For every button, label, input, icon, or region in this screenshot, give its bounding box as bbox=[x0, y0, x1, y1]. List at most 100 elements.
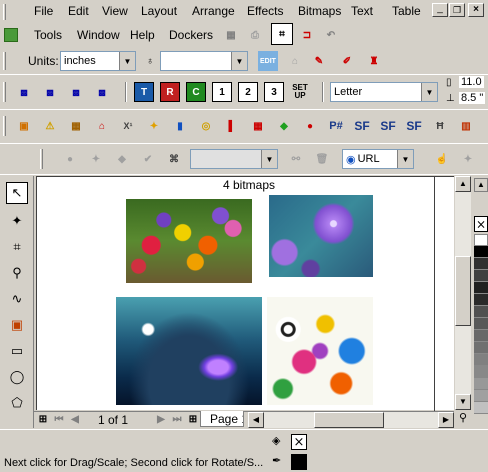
scroll-right-button[interactable]: ▶ bbox=[438, 412, 454, 428]
menu-text[interactable]: Text bbox=[351, 4, 373, 18]
menu-view[interactable]: View bbox=[102, 4, 128, 18]
grid-tool-4-icon[interactable]: ▩ bbox=[92, 82, 112, 102]
sf-button-3[interactable]: SF bbox=[404, 116, 424, 136]
warning-icon[interactable]: ⚠ bbox=[40, 116, 60, 136]
page-height-value[interactable]: 8.5 " bbox=[459, 92, 486, 104]
close-button[interactable]: × bbox=[468, 3, 484, 17]
xy-icon[interactable]: X¹ bbox=[118, 116, 138, 136]
bitmap-abstract-flowers[interactable] bbox=[267, 297, 373, 405]
bitmap-flowers[interactable] bbox=[126, 199, 252, 283]
object-icon[interactable]: ⌘ bbox=[164, 149, 184, 169]
page3-button[interactable]: 3 bbox=[264, 82, 284, 102]
menu-dockers[interactable]: Dockers bbox=[169, 28, 213, 42]
palette-swatch[interactable] bbox=[474, 306, 488, 318]
sf-button-2[interactable]: SF bbox=[378, 116, 398, 136]
page-width-value[interactable]: 11.0 bbox=[459, 76, 484, 88]
palette-swatch[interactable] bbox=[474, 402, 488, 414]
palette-swatch[interactable] bbox=[474, 234, 488, 246]
c-button[interactable]: C bbox=[186, 82, 206, 102]
nudge-icon[interactable]: ♁ bbox=[140, 51, 160, 71]
grid-tool-3-icon[interactable]: ▩ bbox=[66, 82, 86, 102]
page-size-select[interactable]: Letter ▼ bbox=[330, 82, 438, 102]
horizontal-scrollbar[interactable]: ◀ ▶ bbox=[248, 412, 454, 428]
font-icon[interactable]: Ħ bbox=[430, 116, 450, 136]
palette-swatch[interactable] bbox=[474, 294, 488, 306]
units-select[interactable]: inches ▼ bbox=[60, 51, 136, 71]
h-scroll-thumb[interactable] bbox=[314, 412, 384, 428]
delete-icon[interactable]: 🗑 bbox=[312, 149, 332, 169]
target-icon[interactable]: ◎ bbox=[196, 116, 216, 136]
vertical-scrollbar[interactable]: ▲ ▼ bbox=[455, 176, 471, 410]
bitmap-night-scene[interactable] bbox=[116, 297, 262, 405]
menu-tools[interactable]: Tools bbox=[34, 28, 62, 42]
canvas-area[interactable]: 4 bitmaps bbox=[36, 176, 454, 411]
menu-layout[interactable]: Layout bbox=[141, 4, 177, 18]
scroll-left-button[interactable]: ◀ bbox=[248, 412, 264, 428]
palette-swatch[interactable] bbox=[474, 342, 488, 354]
transform-icon[interactable]: ⊐ bbox=[297, 25, 317, 45]
r-button[interactable]: R bbox=[160, 82, 180, 102]
nudge-select[interactable]: ▼ bbox=[160, 51, 248, 71]
palette-swatch[interactable] bbox=[474, 258, 488, 270]
smart-fill-icon[interactable]: ▣ bbox=[6, 314, 28, 336]
pick-tool-icon[interactable]: ↖ bbox=[6, 182, 28, 204]
barcode-icon[interactable]: ▌ bbox=[222, 116, 242, 136]
palette-swatch[interactable] bbox=[474, 366, 488, 378]
no-color-swatch[interactable]: ⨯ bbox=[474, 216, 488, 232]
bank-icon[interactable]: ⌂ bbox=[92, 116, 112, 136]
scroll-thumb[interactable] bbox=[455, 256, 471, 326]
palette-swatch[interactable] bbox=[474, 390, 488, 402]
print-icon[interactable]: ⎙ bbox=[245, 25, 265, 45]
outline-swatch[interactable] bbox=[291, 454, 307, 470]
setup-button[interactable]: SET UP bbox=[290, 80, 310, 104]
link-icon[interactable]: ⚯ bbox=[286, 149, 306, 169]
menu-arrange[interactable]: Arrange bbox=[192, 4, 235, 18]
last-page-icon[interactable]: ⏭ bbox=[170, 411, 184, 428]
scroll-up-button[interactable]: ▲ bbox=[455, 176, 471, 192]
sparkle-icon[interactable]: ✦ bbox=[144, 116, 164, 136]
object-select[interactable]: ▼ bbox=[190, 149, 278, 169]
page-tab[interactable]: Page 1 bbox=[200, 411, 244, 427]
menu-window[interactable]: Window bbox=[77, 28, 120, 42]
page2-button[interactable]: 2 bbox=[238, 82, 258, 102]
disabled-tool-5-icon[interactable]: ✦ bbox=[458, 149, 478, 169]
palette-swatch[interactable] bbox=[474, 378, 488, 390]
prev-page-icon[interactable]: ◀ bbox=[68, 411, 82, 428]
crop-icon[interactable]: ⌗ bbox=[6, 236, 28, 258]
shape-tool-icon[interactable]: ✦ bbox=[6, 210, 28, 232]
menu-help[interactable]: Help bbox=[130, 28, 155, 42]
hand-icon[interactable]: ☝ bbox=[432, 149, 452, 169]
record-icon[interactable]: ● bbox=[300, 116, 320, 136]
grid-tool-1-icon[interactable]: ▩ bbox=[14, 82, 34, 102]
menu-table[interactable]: Table bbox=[392, 4, 421, 18]
cube-icon[interactable]: ◆ bbox=[274, 116, 294, 136]
menu-bitmaps[interactable]: Bitmaps bbox=[298, 4, 341, 18]
matrix-icon[interactable]: ▦ bbox=[248, 116, 268, 136]
menu-edit[interactable]: Edit bbox=[68, 4, 89, 18]
menu-effects[interactable]: Effects bbox=[247, 4, 283, 18]
crop-tool-icon[interactable]: ⌗ bbox=[271, 23, 293, 45]
palette-swatch[interactable] bbox=[474, 354, 488, 366]
add-page-after-icon[interactable]: ⊞ bbox=[186, 411, 200, 428]
pencil-icon[interactable]: ✐ bbox=[337, 51, 357, 71]
freehand-icon[interactable]: ∿ bbox=[6, 288, 28, 310]
p-sharp-button[interactable]: P# bbox=[326, 116, 346, 136]
palette-swatch[interactable] bbox=[474, 246, 488, 258]
disabled-tool-3-icon[interactable]: ◆ bbox=[112, 149, 132, 169]
rectangle-icon[interactable]: ▭ bbox=[6, 340, 28, 362]
undo-icon[interactable]: ↶ bbox=[321, 25, 341, 45]
disabled-tool-4-icon[interactable]: ✔ bbox=[138, 149, 158, 169]
palette-swatch[interactable] bbox=[474, 330, 488, 342]
scroll-down-button[interactable]: ▼ bbox=[455, 394, 471, 410]
restore-button[interactable]: ❐ bbox=[449, 3, 465, 17]
bitmap-allium[interactable] bbox=[269, 195, 373, 277]
add-page-before-icon[interactable]: ⊞ bbox=[36, 411, 50, 428]
menu-file[interactable]: File bbox=[34, 4, 53, 18]
first-page-icon[interactable]: ⏮ bbox=[52, 411, 66, 428]
sf-button-1[interactable]: SF bbox=[352, 116, 372, 136]
bar-chart-icon[interactable]: ▮ bbox=[170, 116, 190, 136]
disabled-tool-1-icon[interactable]: ● bbox=[60, 149, 80, 169]
url-button[interactable]: ◉ URL ▼ bbox=[342, 149, 414, 169]
polygon-icon[interactable]: ⬠ bbox=[6, 392, 28, 414]
lock-icon[interactable]: ⌂ bbox=[285, 51, 305, 71]
